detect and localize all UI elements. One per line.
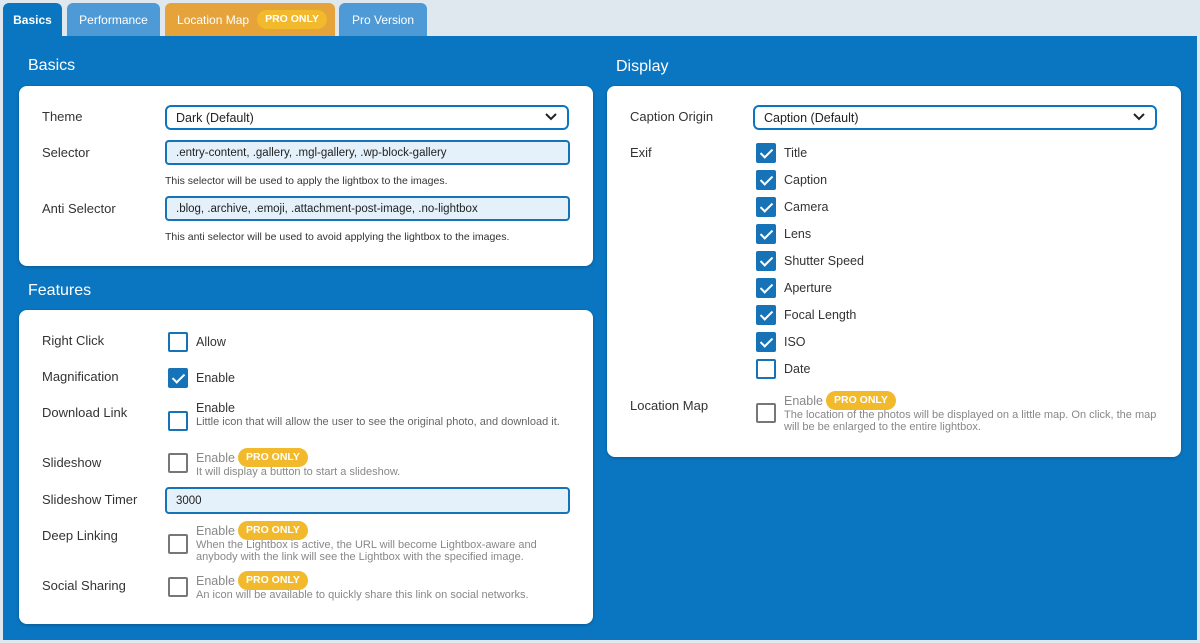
location-map-pro-badge: PRO ONLY bbox=[826, 391, 896, 410]
exif-checkbox-caption[interactable] bbox=[756, 170, 776, 190]
exif-item-label: ISO bbox=[784, 335, 806, 349]
social-sharing-text: Enable bbox=[196, 574, 235, 588]
pro-badge: PRO ONLY bbox=[257, 10, 327, 29]
exif-item-label: Caption bbox=[784, 173, 828, 187]
right-click-text: Allow bbox=[196, 335, 226, 349]
exif-checkbox-lens[interactable] bbox=[756, 224, 776, 244]
magnification-checkbox[interactable] bbox=[168, 368, 188, 388]
selector-input-value: .entry-content, .gallery, .mgl-gallery, … bbox=[176, 146, 447, 159]
caption-origin-select-value: Caption (Default) bbox=[764, 110, 859, 125]
anti-selector-input[interactable]: .blog, .archive, .emoji, .attachment-pos… bbox=[165, 196, 570, 221]
exif-item-label: Title bbox=[784, 146, 808, 160]
exif-label: Exif bbox=[630, 145, 652, 160]
selector-input[interactable]: .entry-content, .gallery, .mgl-gallery, … bbox=[165, 140, 570, 165]
exif-checkbox-iso[interactable] bbox=[756, 332, 776, 352]
chevron-down-icon bbox=[545, 113, 557, 121]
slideshow-label: Slideshow bbox=[42, 455, 102, 470]
exif-checkbox-date[interactable] bbox=[756, 359, 776, 379]
tab-location-map-label: Location Map bbox=[177, 12, 250, 27]
slideshow-checkbox[interactable] bbox=[168, 453, 188, 473]
tab-location-map[interactable]: Location Map PRO ONLY bbox=[165, 3, 335, 36]
theme-label: Theme bbox=[42, 109, 83, 124]
exif-item-label: Aperture bbox=[784, 281, 832, 295]
display-section-title: Display bbox=[616, 58, 669, 75]
social-sharing-desc: An icon will be available to quickly sha… bbox=[196, 589, 529, 601]
deep-linking-text: Enable bbox=[196, 524, 235, 538]
exif-item-label: Lens bbox=[784, 227, 812, 241]
download-link-text: Enable bbox=[196, 401, 235, 415]
theme-select-value: Dark (Default) bbox=[176, 110, 254, 125]
exif-item-label: Date bbox=[784, 362, 811, 376]
slideshow-text: Enable bbox=[196, 451, 235, 465]
caption-origin-select[interactable]: Caption (Default) bbox=[753, 105, 1157, 130]
chevron-down-icon bbox=[1133, 113, 1145, 121]
theme-select[interactable]: Dark (Default) bbox=[165, 105, 569, 130]
social-sharing-pro-badge: PRO ONLY bbox=[238, 571, 308, 590]
slideshow-desc: It will display a button to start a slid… bbox=[196, 466, 401, 478]
deep-linking-label: Deep Linking bbox=[42, 528, 118, 543]
magnification-label: Magnification bbox=[42, 369, 119, 384]
slideshow-pro-badge: PRO ONLY bbox=[238, 448, 308, 467]
social-sharing-checkbox[interactable] bbox=[168, 577, 188, 597]
location-map-label: Location Map bbox=[630, 398, 709, 413]
settings-panel: Basics Theme Dark (Default) Selector .en… bbox=[3, 36, 1197, 640]
slideshow-timer-value: 3000 bbox=[176, 494, 202, 507]
anti-selector-label: Anti Selector bbox=[42, 201, 116, 216]
features-card: Right Click Allow Magnification Enable D… bbox=[19, 310, 593, 624]
social-sharing-label: Social Sharing bbox=[42, 578, 126, 593]
exif-item-label: Focal Length bbox=[784, 308, 857, 322]
right-click-checkbox[interactable] bbox=[168, 332, 188, 352]
exif-item-label: Camera bbox=[784, 200, 829, 214]
exif-checkbox-title[interactable] bbox=[756, 143, 776, 163]
selector-label: Selector bbox=[42, 145, 90, 160]
features-section-title: Features bbox=[28, 282, 92, 299]
slideshow-timer-label: Slideshow Timer bbox=[42, 492, 138, 507]
location-map-desc: The location of the photos will be displ… bbox=[784, 409, 1157, 433]
exif-checkbox-shutter-speed[interactable] bbox=[756, 251, 776, 271]
download-link-desc: Little icon that will allow the user to … bbox=[196, 416, 560, 428]
right-click-label: Right Click bbox=[42, 333, 105, 348]
anti-selector-help: This anti selector will be used to avoid… bbox=[165, 231, 510, 243]
exif-checkbox-focal-length[interactable] bbox=[756, 305, 776, 325]
deep-linking-checkbox[interactable] bbox=[168, 534, 188, 554]
location-map-checkbox[interactable] bbox=[756, 403, 776, 423]
deep-linking-pro-badge: PRO ONLY bbox=[238, 521, 308, 540]
tab-basics[interactable]: Basics bbox=[3, 3, 62, 36]
download-link-checkbox[interactable] bbox=[168, 411, 188, 431]
selector-help: This selector will be used to apply the … bbox=[165, 175, 448, 187]
anti-selector-input-value: .blog, .archive, .emoji, .attachment-pos… bbox=[176, 202, 478, 215]
slideshow-timer-input[interactable]: 3000 bbox=[165, 487, 570, 514]
basics-card: Theme Dark (Default) Selector .entry-con… bbox=[19, 86, 593, 266]
exif-checkbox-camera[interactable] bbox=[756, 197, 776, 217]
tab-pro-version[interactable]: Pro Version bbox=[339, 3, 427, 36]
deep-linking-desc: When the Lightbox is active, the URL wil… bbox=[196, 539, 537, 563]
magnification-text: Enable bbox=[196, 371, 235, 385]
tab-performance[interactable]: Performance bbox=[67, 3, 160, 36]
exif-item-label: Shutter Speed bbox=[784, 254, 864, 268]
download-link-label: Download Link bbox=[42, 405, 128, 420]
location-map-text: Enable bbox=[784, 394, 823, 408]
exif-checkbox-aperture[interactable] bbox=[756, 278, 776, 298]
display-card: Caption Origin Caption (Default) Exif Ti… bbox=[607, 86, 1181, 457]
caption-origin-label: Caption Origin bbox=[630, 109, 714, 124]
basics-section-title: Basics bbox=[28, 57, 76, 74]
